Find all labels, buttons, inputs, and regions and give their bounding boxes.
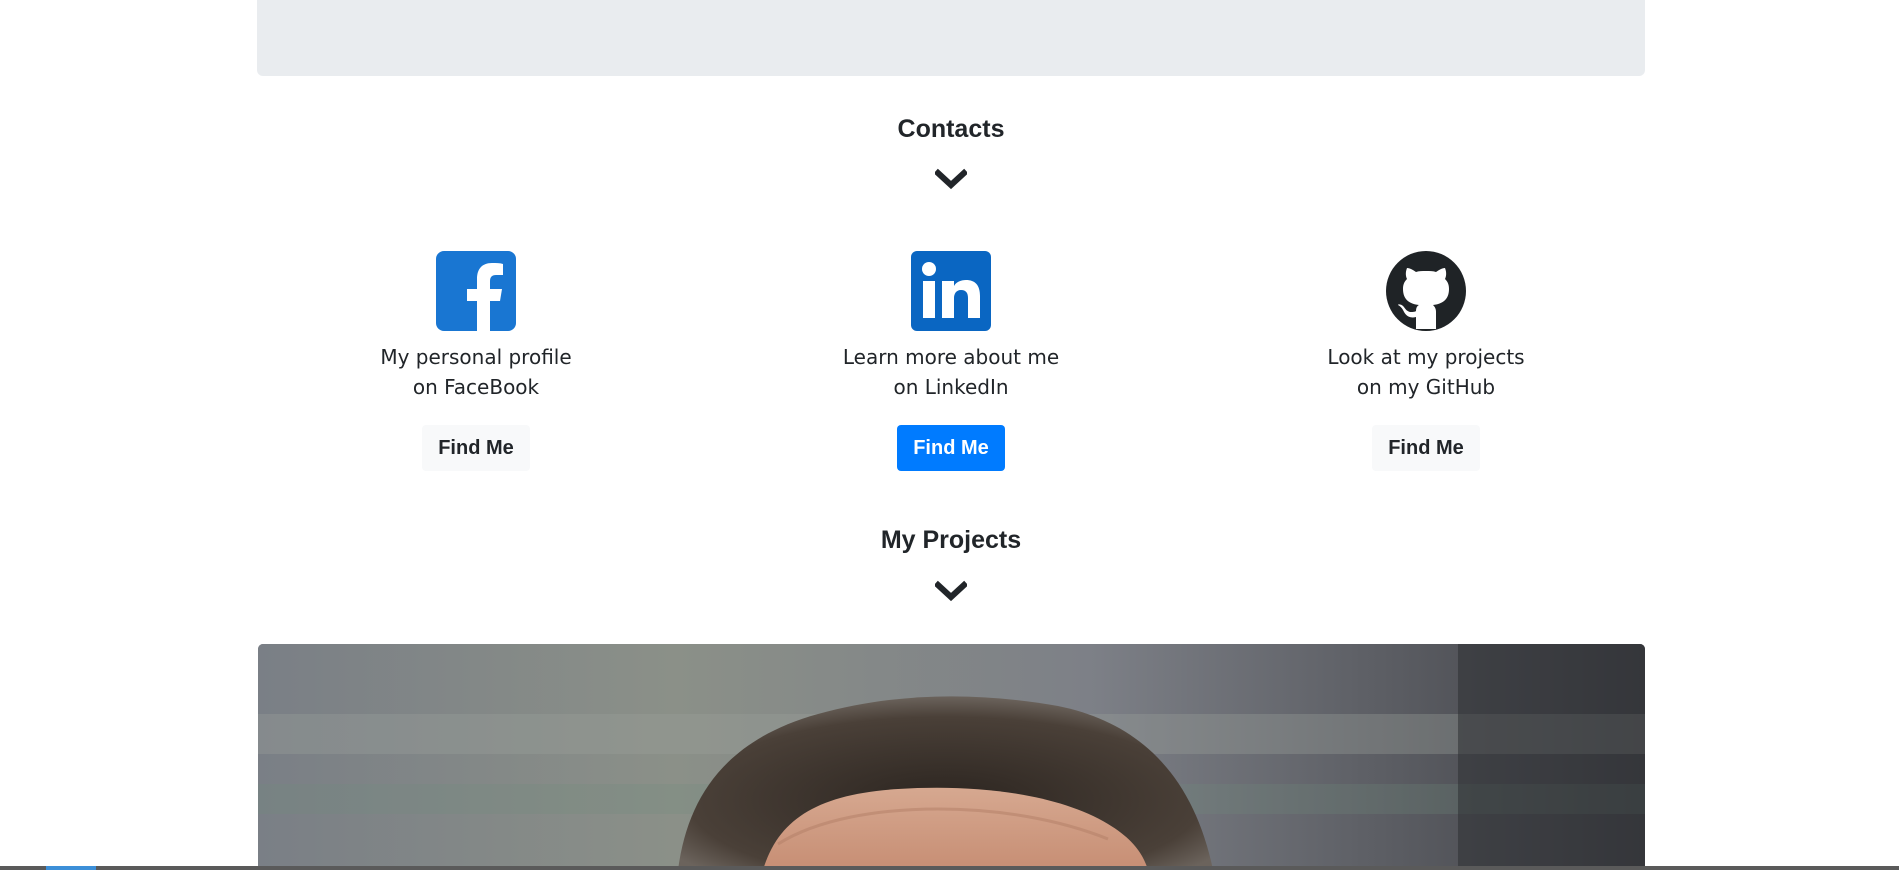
contact-description: Learn more about me on LinkedIn: [842, 345, 1060, 399]
contact-card-github: Look at my projects on my GitHub Find Me: [1266, 251, 1586, 471]
contact-card-linkedin: Learn more about me on LinkedIn Find Me: [791, 251, 1111, 471]
project-photo: [258, 644, 1645, 870]
contact-card-facebook: My personal profile on FaceBook Find Me: [316, 251, 636, 471]
facebook-icon[interactable]: [436, 251, 516, 331]
contact-description: My personal profile on FaceBook: [380, 345, 572, 399]
chevron-down-icon: [935, 580, 967, 602]
jumbotron-banner: [257, 0, 1645, 76]
projects-heading: My Projects: [880, 526, 1022, 554]
github-find-me-button[interactable]: Find Me: [1372, 425, 1480, 471]
linkedin-find-me-button[interactable]: Find Me: [897, 425, 1005, 471]
project-card-image[interactable]: [258, 644, 1645, 870]
contact-description: Look at my projects on my GitHub: [1327, 345, 1525, 399]
page: Contacts My personal profile on FaceBook…: [0, 0, 1899, 870]
taskbar-active-item: [46, 866, 96, 870]
github-icon[interactable]: [1386, 251, 1466, 331]
chevron-down-icon: [935, 168, 967, 190]
facebook-find-me-button[interactable]: Find Me: [422, 425, 530, 471]
contacts-heading: Contacts: [897, 115, 1005, 143]
linkedin-icon[interactable]: [911, 251, 991, 331]
taskbar-strip: [0, 866, 1899, 870]
